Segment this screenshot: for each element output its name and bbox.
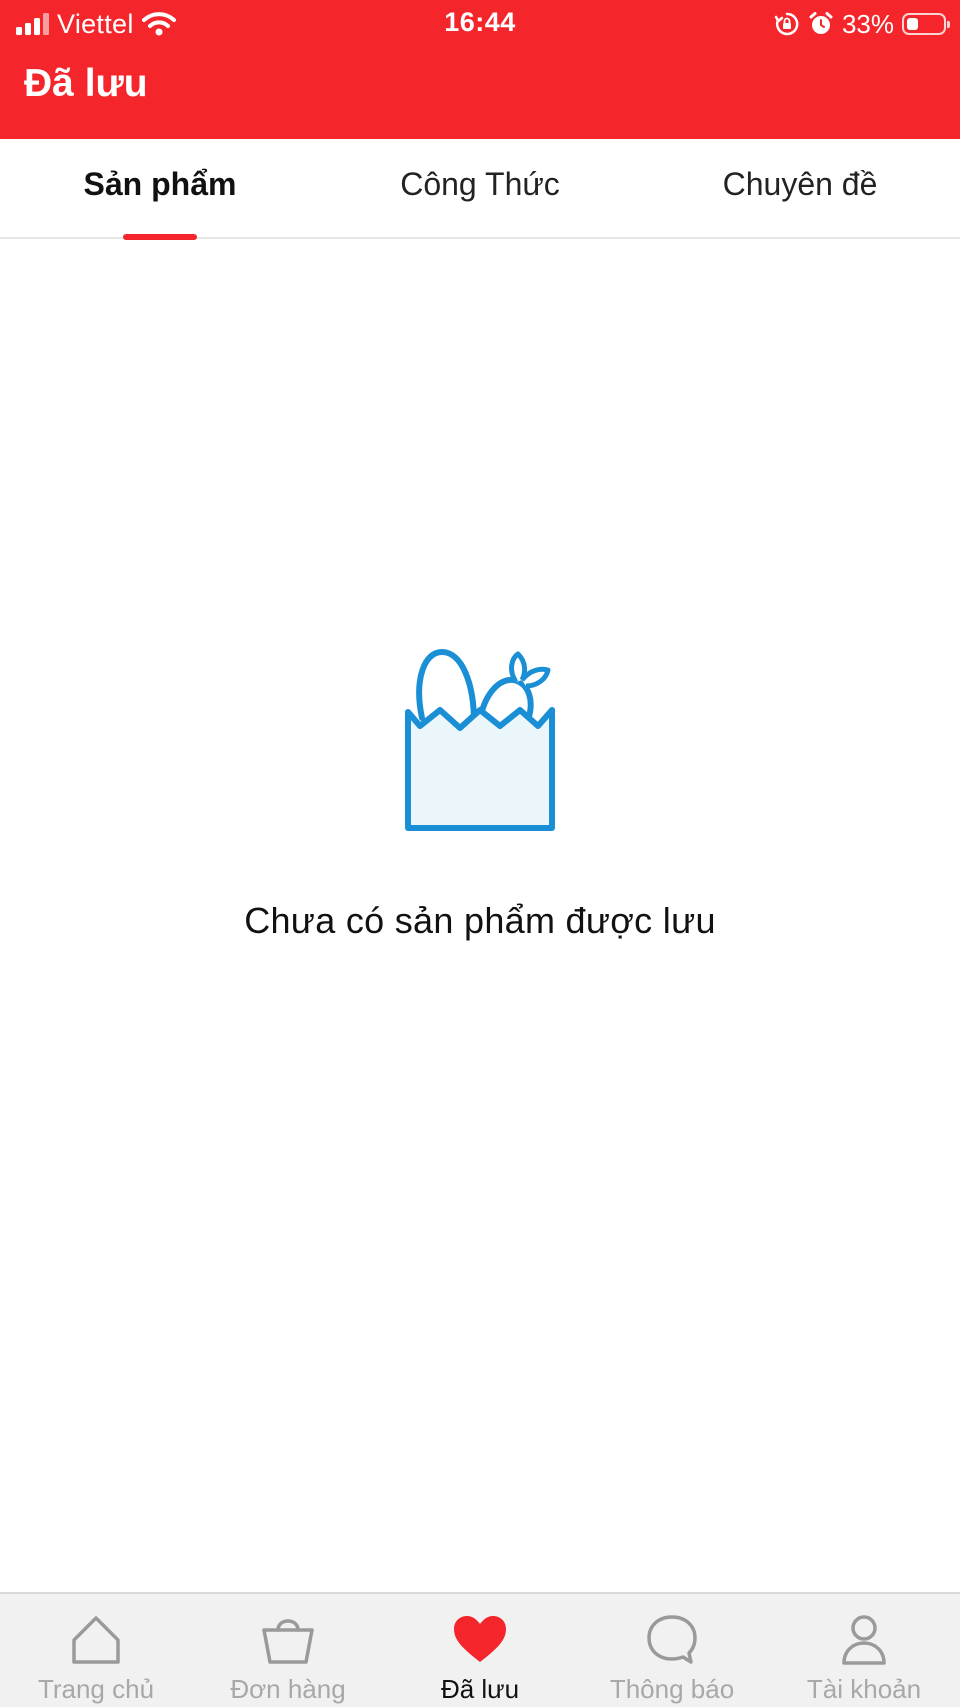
nav-item-home[interactable]: Trang chủ [0,1594,192,1707]
user-icon [842,1615,886,1665]
nav-label: Thông báo [609,1674,735,1704]
app-header: Viettel 16:44 33% Đã lưu [0,0,960,139]
battery-icon [902,13,950,35]
tab-recipes[interactable]: Công Thức [320,139,640,237]
nav-label: Tài khoản [806,1674,922,1704]
tab-products[interactable]: Sản phẩm [0,139,320,240]
nav-item-notifications[interactable]: Thông báo [576,1594,768,1707]
active-tab-indicator [123,234,197,240]
battery-fill [907,18,919,30]
chat-bubble-icon [647,1615,697,1664]
status-bar: Viettel 16:44 33% [0,0,960,50]
nav-item-orders[interactable]: Đơn hàng [192,1594,384,1707]
status-right: 33% [774,6,950,42]
shopping-bag-icon [262,1619,314,1664]
tab-label: Chuyên đề [722,166,878,202]
empty-state: Chưa có sản phẩm được lưu [0,640,960,942]
tab-bar: Sản phẩm Công Thức Chuyên đề [0,139,960,240]
alarm-icon [809,12,833,34]
bottom-navigation: Trang chủ Đơn hàng Đã lưu Thông báo Tài … [0,1592,960,1707]
tab-label: Công Thức [400,166,560,202]
tab-topics[interactable]: Chuyên đề [640,139,960,237]
empty-message: Chưa có sản phẩm được lưu [244,900,716,941]
tab-label: Sản phẩm [83,166,237,202]
nav-label: Đã lưu [440,1674,520,1704]
grocery-bag-icon [405,649,555,831]
nav-label: Đơn hàng [230,1674,346,1704]
orientation-lock-icon [774,12,799,36]
battery-percent: 33% [841,8,894,39]
page-title: Đã lưu [24,62,148,105]
nav-label: Trang chủ [37,1674,155,1704]
heart-icon [454,1616,506,1662]
home-icon [72,1616,120,1664]
nav-item-account[interactable]: Tài khoản [768,1594,960,1707]
nav-item-saved[interactable]: Đã lưu [384,1594,576,1707]
